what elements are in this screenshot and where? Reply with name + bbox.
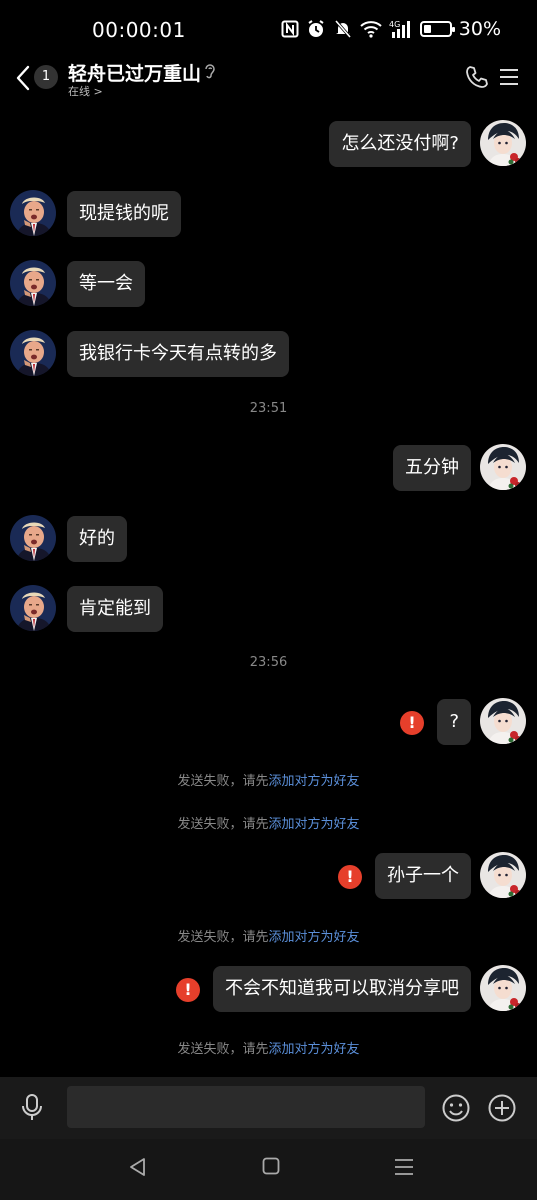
self-avatar-image	[480, 120, 526, 166]
send-error-icon[interactable]: !	[400, 711, 424, 735]
send-failed-note: 发送失败，请先添加对方为好友	[0, 813, 537, 832]
navigation-bar	[0, 1139, 537, 1200]
mute-icon	[334, 20, 351, 38]
other-avatar-image	[10, 585, 56, 631]
send-failed-text: 发送失败，请先	[177, 930, 269, 945]
contact-avatar[interactable]	[10, 515, 56, 561]
battery-text: 30%	[458, 18, 501, 40]
message-row-sent: 孙子一个!	[0, 850, 537, 900]
send-failed-text: 发送失败，请先	[177, 774, 269, 789]
send-failed-note: 发送失败，请先添加对方为好友	[0, 770, 537, 789]
alarm-icon	[308, 20, 324, 37]
self-avatar[interactable]	[480, 965, 526, 1011]
online-status[interactable]: 在线 >	[68, 83, 103, 99]
message-list[interactable]: 怎么还没付啊? 现提钱的呢 等一会 我银行卡今天有点转的多 23:51 五分钟 …	[0, 100, 537, 1075]
add-friend-link[interactable]: 添加对方为好友	[269, 1042, 360, 1057]
self-avatar-image	[480, 444, 526, 490]
back-chevron-icon[interactable]	[12, 62, 34, 94]
add-friend-link[interactable]: 添加对方为好友	[269, 774, 360, 789]
send-failed-note: 发送失败，请先添加对方为好友	[0, 926, 537, 945]
message-bubble[interactable]: 我银行卡今天有点转的多	[67, 331, 289, 377]
ear-icon	[205, 64, 215, 79]
message-row-received: 我银行卡今天有点转的多	[0, 328, 537, 378]
add-friend-link[interactable]: 添加对方为好友	[269, 930, 360, 945]
self-avatar-image	[480, 852, 526, 898]
other-avatar-image	[10, 190, 56, 236]
time-separator: 23:56	[249, 655, 288, 670]
nav-home-icon[interactable]	[262, 1157, 280, 1175]
message-bubble[interactable]: 肯定能到	[67, 586, 163, 632]
message-row-sent: ?!	[0, 696, 537, 746]
unread-badge[interactable]: 1	[34, 65, 58, 89]
message-bubble[interactable]: 孙子一个	[375, 853, 471, 899]
network-label: 4G	[389, 20, 400, 29]
self-avatar-image	[480, 965, 526, 1011]
message-row-sent: 五分钟	[0, 442, 537, 492]
message-row-received: 好的	[0, 513, 537, 563]
status-bar: 00:00:01 4G 30%	[0, 0, 537, 60]
status-icons: 4G 30%	[281, 18, 501, 40]
battery-level	[423, 25, 431, 33]
time-separator: 23:51	[249, 401, 288, 416]
other-avatar-image	[10, 330, 56, 376]
menu-icon[interactable]	[498, 66, 520, 88]
contact-avatar[interactable]	[10, 330, 56, 376]
message-row-received: 等一会	[0, 258, 537, 308]
message-bubble[interactable]: 好的	[67, 516, 127, 562]
contact-avatar[interactable]	[10, 260, 56, 306]
mic-icon[interactable]	[20, 1093, 44, 1123]
contact-avatar[interactable]	[10, 585, 56, 631]
other-avatar-image	[10, 260, 56, 306]
message-bubble[interactable]: 等一会	[67, 261, 145, 307]
self-avatar[interactable]	[480, 444, 526, 490]
emoji-icon[interactable]	[441, 1093, 471, 1123]
message-row-sent: 不会不知道我可以取消分享吧!	[0, 963, 537, 1013]
other-avatar-image	[10, 515, 56, 561]
send-error-icon[interactable]: !	[338, 865, 362, 889]
message-bubble[interactable]: 怎么还没付啊?	[329, 121, 471, 167]
self-avatar-image	[480, 698, 526, 744]
message-row-received: 现提钱的呢	[0, 188, 537, 238]
input-bar	[0, 1077, 537, 1139]
message-input[interactable]	[67, 1086, 425, 1128]
send-failed-text: 发送失败，请先	[177, 817, 269, 832]
self-avatar[interactable]	[480, 698, 526, 744]
self-avatar[interactable]	[480, 852, 526, 898]
plus-icon[interactable]	[487, 1093, 517, 1123]
chat-header: 1 轻舟已过万重山 在线 >	[0, 56, 537, 100]
message-bubble[interactable]: 现提钱的呢	[67, 191, 181, 237]
send-error-icon[interactable]: !	[176, 978, 200, 1002]
self-avatar[interactable]	[480, 120, 526, 166]
message-row-sent: 怎么还没付啊?	[0, 118, 537, 168]
battery-icon	[419, 21, 455, 37]
send-failed-text: 发送失败，请先	[177, 1042, 269, 1057]
nav-back-icon[interactable]	[128, 1157, 148, 1177]
chat-title[interactable]: 轻舟已过万重山	[68, 59, 201, 86]
nfc-icon	[281, 20, 299, 38]
message-row-received: 肯定能到	[0, 583, 537, 633]
message-bubble[interactable]: ?	[437, 699, 471, 745]
status-time: 00:00:01	[92, 18, 186, 42]
message-bubble[interactable]: 五分钟	[393, 445, 471, 491]
add-friend-link[interactable]: 添加对方为好友	[269, 817, 360, 832]
send-failed-note: 发送失败，请先添加对方为好友	[0, 1038, 537, 1057]
message-bubble[interactable]: 不会不知道我可以取消分享吧	[213, 966, 471, 1012]
signal-icon: 4G	[389, 20, 410, 38]
contact-avatar[interactable]	[10, 190, 56, 236]
nav-recent-icon[interactable]	[394, 1157, 414, 1177]
wifi-icon	[360, 21, 382, 38]
phone-icon[interactable]	[464, 64, 490, 90]
